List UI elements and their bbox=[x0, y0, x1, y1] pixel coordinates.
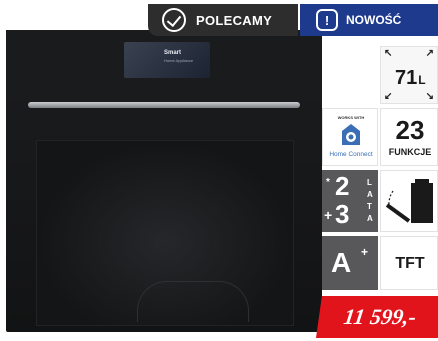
oven-display: Smart Home Appliance bbox=[124, 42, 210, 78]
expand-arrow-icon: ↙ bbox=[384, 91, 393, 102]
energy-class-value: A bbox=[331, 247, 352, 278]
energy-class-plus: + bbox=[361, 245, 369, 259]
warranty-row1-sign: * bbox=[326, 177, 330, 188]
warranty-row1-number: 2 bbox=[335, 171, 350, 201]
energy-class-tile: A + bbox=[322, 236, 378, 290]
oven-illustration: Smart Home Appliance bbox=[6, 30, 322, 332]
recommend-label: POLECAMY bbox=[196, 12, 273, 28]
new-badge: ! NOWOŚĆ bbox=[300, 4, 438, 36]
functions-number: 23 bbox=[395, 115, 425, 145]
functions-tile: 23 FUNKCJE bbox=[380, 108, 438, 166]
oven-door-icon bbox=[385, 179, 433, 223]
new-label: NOWOŚĆ bbox=[346, 13, 402, 27]
warranty-row2-sign: + bbox=[324, 207, 333, 223]
capacity-tile: ↖ ↗ ↙ ↘ 71L bbox=[380, 46, 438, 104]
home-connect-label: Home Connect bbox=[329, 151, 373, 158]
warranty-letters: L A T A bbox=[367, 178, 373, 223]
price-tag[interactable]: 11 599,- bbox=[316, 296, 438, 338]
tft-display-tile: TFT bbox=[380, 236, 438, 290]
home-connect-icon bbox=[342, 124, 360, 145]
oven-control-panel: Smart Home Appliance bbox=[6, 30, 322, 88]
oven-rack bbox=[137, 281, 249, 322]
expand-arrow-icon: ↘ bbox=[425, 91, 434, 102]
exclamation-badge-icon: ! bbox=[316, 9, 338, 31]
warranty-row2-number: 3 bbox=[335, 199, 350, 229]
home-connect-tile: WORKS WITH Home Connect bbox=[322, 108, 378, 166]
recommend-badge: POLECAMY bbox=[148, 4, 298, 36]
capacity-value: 71L bbox=[395, 67, 426, 89]
product-image[interactable]: Smart Home Appliance bbox=[0, 0, 322, 341]
oven-door-window bbox=[36, 140, 294, 326]
price-label: 11 599,- bbox=[342, 304, 418, 329]
door-opening-tile bbox=[380, 170, 438, 232]
expand-arrow-icon: ↖ bbox=[384, 48, 393, 59]
home-connect-works-with: WORKS WITH bbox=[337, 115, 365, 120]
oven-display-sub: Home Appliance bbox=[164, 58, 194, 63]
checkmark-circle-icon bbox=[162, 8, 186, 32]
oven-display-brand: Smart bbox=[164, 50, 182, 56]
oven-handle bbox=[28, 102, 300, 108]
warranty-tile: * 2 + 3 L A T A bbox=[322, 170, 378, 232]
tft-label: TFT bbox=[395, 255, 425, 272]
expand-arrow-icon: ↗ bbox=[425, 48, 434, 59]
functions-label: FUNKCJE bbox=[388, 147, 432, 157]
